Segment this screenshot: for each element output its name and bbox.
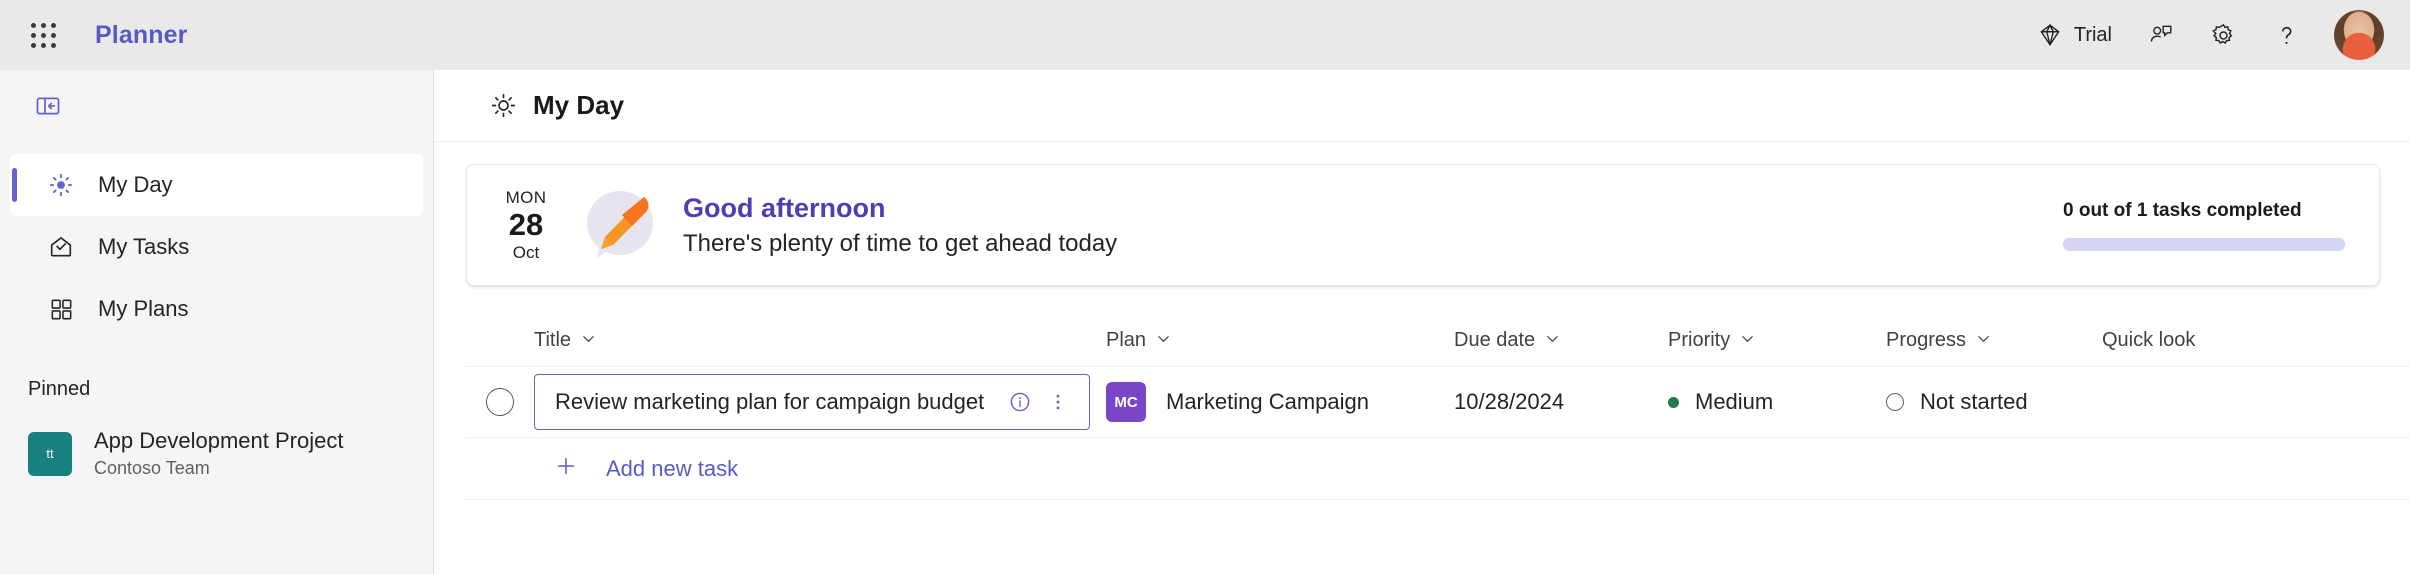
app-body: My Day My Tasks My Plans Pinned tt App D… [0, 70, 2410, 574]
task-title-text[interactable]: Review marketing plan for campaign budge… [555, 389, 1001, 415]
main-content: My Day MON 28 Oct Good afternoon There's… [434, 70, 2410, 574]
greeting-title: Good afternoon [683, 192, 886, 223]
more-vertical-icon[interactable] [1039, 383, 1077, 421]
task-plan-name: Marketing Campaign [1166, 389, 1369, 414]
app-launcher-icon[interactable] [20, 12, 66, 58]
tasks-progress: 0 out of 1 tasks completed [2063, 200, 2345, 251]
column-header-due-date[interactable]: Due date [1454, 329, 1668, 352]
page-title: My Day [533, 90, 625, 120]
task-complete-checkbox[interactable] [486, 388, 514, 416]
task-due-date[interactable]: 10/28/2024 [1454, 389, 1564, 414]
pencil-speech-bubble-illustration [573, 179, 665, 271]
table-header-row: Title Plan Due date Priority Progress Qu… [466, 314, 2410, 366]
chevron-down-icon [581, 329, 596, 352]
sidebar-nav: My Day My Tasks My Plans [0, 154, 433, 340]
task-title-field[interactable]: Review marketing plan for campaign budge… [534, 374, 1090, 430]
trial-button[interactable]: Trial [2021, 11, 2128, 59]
add-task-row: Add new task [466, 438, 2410, 500]
gear-icon [2210, 22, 2237, 49]
sun-icon [490, 92, 517, 119]
date-day-of-week: MON [505, 187, 547, 207]
app-title: Planner [95, 20, 188, 49]
progress-bar [2063, 237, 2345, 251]
column-header-quick-look: Quick look [2102, 329, 2302, 352]
chevron-down-icon [1740, 329, 1755, 352]
sidebar-item-label: My Tasks [98, 234, 190, 259]
column-label: Title [534, 328, 572, 351]
column-header-plan[interactable]: Plan [1106, 329, 1454, 352]
task-progress-cell[interactable]: Not started [1886, 389, 2102, 415]
sidebar-item-label: My Plans [98, 296, 189, 321]
task-priority-value: Medium [1695, 389, 1774, 414]
greeting-subtitle: There's plenty of time to get ahead toda… [683, 230, 1118, 258]
task-progress-value: Not started [1920, 389, 2028, 414]
progress-label: 0 out of 1 tasks completed [2063, 199, 2302, 221]
column-label: Plan [1106, 328, 1147, 351]
column-header-progress[interactable]: Progress [1886, 329, 2102, 352]
app-header: Planner Trial [0, 0, 2410, 70]
priority-dot-icon [1668, 396, 1679, 408]
sidebar-item-label: My Day [98, 172, 173, 197]
add-new-task-label: Add new task [606, 455, 739, 481]
envelope-check-icon [46, 232, 76, 262]
collapse-panel-icon[interactable] [22, 84, 74, 128]
sidebar-pinned-plan[interactable]: tt App Development Project Contoso Team [0, 427, 433, 480]
sidebar: My Day My Tasks My Plans Pinned tt App D… [0, 70, 434, 574]
task-priority-cell[interactable]: Medium [1668, 389, 1886, 415]
pinned-section-header: Pinned [28, 378, 91, 400]
page-header: My Day [434, 70, 2410, 142]
settings-button[interactable] [2194, 11, 2253, 59]
plan-chip: MC [1106, 382, 1146, 422]
avatar[interactable] [2334, 10, 2384, 60]
task-table: Title Plan Due date Priority Progress Qu… [434, 314, 2410, 500]
header-actions: Trial [2021, 10, 2384, 60]
add-new-task-button[interactable]: Add new task [534, 454, 1106, 484]
progress-circle-icon [1886, 393, 1904, 411]
column-header-title[interactable]: Title [534, 329, 1106, 352]
column-label: Priority [1668, 328, 1731, 351]
chevron-down-icon [1156, 329, 1171, 352]
greeting-card: MON 28 Oct Good afternoon There's plenty… [466, 164, 2380, 286]
sidebar-item-my-tasks[interactable]: My Tasks [0, 216, 423, 278]
question-mark-icon [2273, 22, 2300, 49]
column-label: Progress [1886, 328, 1967, 351]
plan-subtitle: Contoso Team [94, 458, 210, 479]
plan-avatar: tt [28, 431, 72, 476]
plus-icon [554, 454, 578, 484]
chevron-down-icon [1545, 329, 1560, 352]
task-plan-cell[interactable]: MC Marketing Campaign [1106, 382, 1454, 422]
date-month: Oct [512, 243, 540, 263]
sidebar-item-my-day[interactable]: My Day [10, 154, 423, 216]
column-label: Quick look [2102, 328, 2196, 351]
feedback-button[interactable] [2132, 11, 2190, 59]
grid-squares-icon [46, 294, 76, 324]
sidebar-item-my-plans[interactable]: My Plans [0, 278, 423, 340]
diamond-icon [2037, 22, 2063, 48]
plan-name: App Development Project [94, 428, 344, 453]
date-badge: MON 28 Oct [495, 188, 557, 263]
info-circle-icon[interactable] [1001, 383, 1039, 421]
help-button[interactable] [2257, 11, 2316, 59]
column-label: Due date [1454, 328, 1536, 351]
trial-label: Trial [2073, 23, 2112, 46]
person-feedback-icon [2148, 22, 2174, 48]
table-row: Review marketing plan for campaign budge… [466, 366, 2410, 438]
chevron-down-icon [1976, 329, 1991, 352]
sun-icon [46, 170, 76, 200]
date-day-number: 28 [508, 206, 544, 242]
greeting-section: MON 28 Oct Good afternoon There's plenty… [434, 142, 2410, 286]
column-header-priority[interactable]: Priority [1668, 329, 1886, 352]
